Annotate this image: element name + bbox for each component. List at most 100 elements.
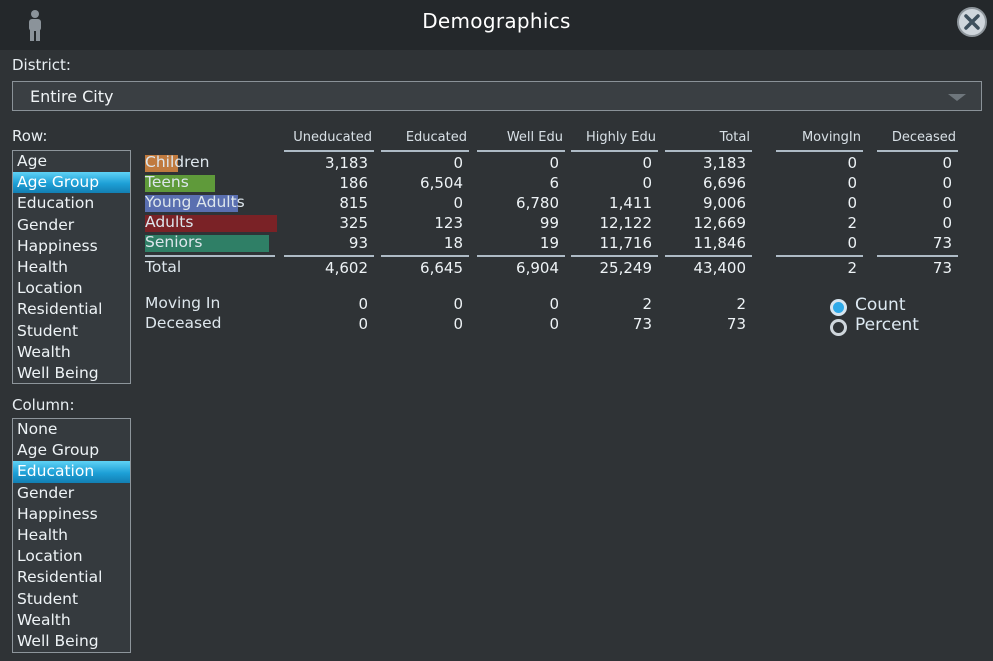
table-cell: 0 bbox=[847, 234, 857, 252]
table-cell: 0 bbox=[642, 154, 652, 172]
table-cell: 0 bbox=[453, 154, 463, 172]
column-option-student[interactable]: Student bbox=[13, 589, 130, 610]
table-cell: 0 bbox=[453, 315, 463, 333]
total-separator bbox=[477, 255, 565, 257]
table-cell: 2 bbox=[736, 295, 746, 313]
table-cell: 0 bbox=[942, 174, 952, 192]
row-option-age[interactable]: Age bbox=[13, 151, 130, 172]
column-option-location[interactable]: Location bbox=[13, 546, 130, 567]
row-option-gender[interactable]: Gender bbox=[13, 215, 130, 236]
table-cell: 6,696 bbox=[703, 174, 746, 192]
row-listbox[interactable]: Age Age Group Education Gender Happiness Heal… bbox=[12, 150, 131, 384]
column-header-well-edu: Well Edu bbox=[506, 130, 563, 145]
row-option-wealth[interactable]: Wealth bbox=[13, 342, 130, 363]
header-underline bbox=[477, 150, 565, 152]
row-label-adults: Adults bbox=[145, 213, 194, 231]
table-cell: 2 bbox=[847, 214, 857, 232]
table-cell: 99 bbox=[539, 214, 559, 232]
table-cell: 186 bbox=[339, 174, 368, 192]
column-header-educated: Educated bbox=[405, 130, 467, 145]
table-cell: 0 bbox=[549, 295, 559, 313]
total-cell: 2 bbox=[847, 259, 857, 277]
column-listbox[interactable]: None Age Group Education Gender Happiness Hea… bbox=[12, 418, 131, 653]
row-label-children: Children bbox=[145, 153, 210, 171]
column-header-highly-edu: Highly Edu bbox=[585, 130, 656, 145]
table-cell: 0 bbox=[642, 174, 652, 192]
total-separator bbox=[665, 255, 752, 257]
table-cell: 0 bbox=[942, 214, 952, 232]
header-underline bbox=[284, 150, 374, 152]
column-option-none[interactable]: None bbox=[13, 419, 130, 440]
chevron-down-icon bbox=[948, 94, 966, 101]
row-option-age-group[interactable]: Age Group bbox=[13, 172, 130, 194]
row-option-health[interactable]: Health bbox=[13, 257, 130, 278]
table-cell: 0 bbox=[847, 154, 857, 172]
table-cell: 0 bbox=[847, 174, 857, 192]
table-cell: 325 bbox=[339, 214, 368, 232]
title-bar: Demographics bbox=[0, 0, 993, 50]
column-option-age-group[interactable]: Age Group bbox=[13, 440, 130, 461]
table-cell: 3,183 bbox=[703, 154, 746, 172]
header-underline bbox=[877, 150, 958, 152]
total-cell: 25,249 bbox=[599, 259, 653, 277]
table-cell: 73 bbox=[726, 315, 746, 333]
column-option-gender[interactable]: Gender bbox=[13, 483, 130, 504]
row-option-well-being[interactable]: Well Being bbox=[13, 363, 130, 384]
radio-label-count[interactable]: Count bbox=[855, 295, 906, 315]
total-separator bbox=[284, 255, 374, 257]
column-option-well-being[interactable]: Well Being bbox=[13, 631, 130, 652]
table-cell: 12,122 bbox=[599, 214, 653, 232]
table-cell: 0 bbox=[358, 315, 368, 333]
table-cell: 73 bbox=[932, 234, 952, 252]
table-cell: 0 bbox=[942, 194, 952, 212]
table-cell: 19 bbox=[539, 234, 559, 252]
table-cell: 6,504 bbox=[420, 174, 463, 192]
column-header-total: Total bbox=[719, 130, 750, 145]
close-button[interactable] bbox=[957, 7, 987, 37]
table-cell: 0 bbox=[549, 315, 559, 333]
table-cell: 0 bbox=[942, 154, 952, 172]
window-title: Demographics bbox=[422, 9, 571, 33]
table-cell: 73 bbox=[632, 315, 652, 333]
total-separator bbox=[776, 255, 863, 257]
total-cell: 73 bbox=[932, 259, 952, 277]
total-separator bbox=[877, 255, 958, 257]
radio-label-percent[interactable]: Percent bbox=[855, 315, 919, 335]
total-cell: 43,400 bbox=[693, 259, 747, 277]
column-header-movingin: MovingIn bbox=[801, 130, 861, 145]
table-cell: 12,669 bbox=[693, 214, 747, 232]
district-dropdown[interactable]: Entire City bbox=[12, 81, 982, 111]
row-option-happiness[interactable]: Happiness bbox=[13, 236, 130, 257]
column-option-residential[interactable]: Residential bbox=[13, 567, 130, 588]
row-option-education[interactable]: Education bbox=[13, 193, 130, 214]
row-label-total: Total bbox=[145, 258, 182, 276]
column-header-uneducated: Uneducated bbox=[293, 130, 372, 145]
row-option-student[interactable]: Student bbox=[13, 321, 130, 342]
row-label-teens: Teens bbox=[145, 173, 189, 191]
table-cell: 0 bbox=[453, 194, 463, 212]
row-label-seniors: Seniors bbox=[145, 233, 203, 251]
radio-count[interactable] bbox=[830, 299, 847, 316]
row-option-location[interactable]: Location bbox=[13, 278, 130, 299]
header-underline bbox=[776, 150, 863, 152]
total-separator bbox=[145, 255, 275, 257]
header-underline bbox=[571, 150, 658, 152]
table-cell: 11,716 bbox=[599, 234, 653, 252]
table-cell: 9,006 bbox=[703, 194, 746, 212]
column-option-happiness[interactable]: Happiness bbox=[13, 504, 130, 525]
row-option-residential[interactable]: Residential bbox=[13, 299, 130, 320]
header-underline bbox=[381, 150, 469, 152]
column-option-wealth[interactable]: Wealth bbox=[13, 610, 130, 631]
total-cell: 6,904 bbox=[516, 259, 559, 277]
table-cell: 123 bbox=[434, 214, 463, 232]
radio-percent[interactable] bbox=[830, 319, 847, 336]
total-cell: 6,645 bbox=[420, 259, 463, 277]
row-label-deceased: Deceased bbox=[145, 314, 222, 332]
column-option-health[interactable]: Health bbox=[13, 525, 130, 546]
total-separator bbox=[381, 255, 469, 257]
table-cell: 0 bbox=[549, 154, 559, 172]
column-header-deceased: Deceased bbox=[891, 130, 956, 145]
column-option-education[interactable]: Education bbox=[13, 461, 130, 483]
row-label-young-adults: Young Adults bbox=[145, 193, 245, 211]
table-cell: 93 bbox=[348, 234, 368, 252]
